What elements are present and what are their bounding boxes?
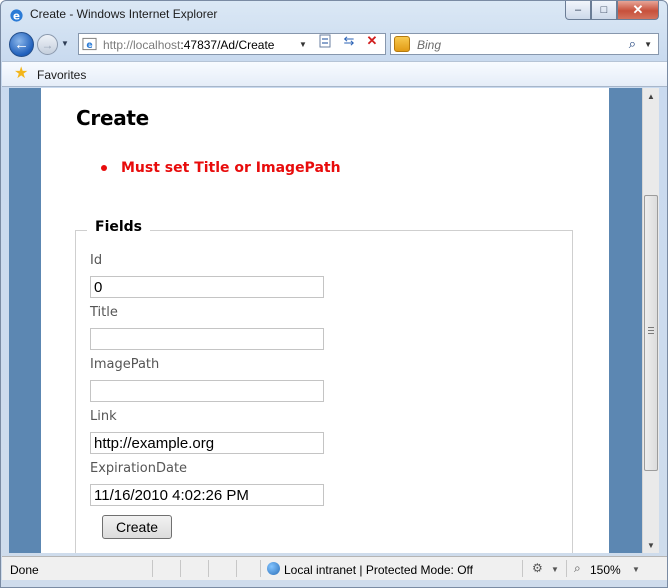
forward-arrow-icon: → <box>41 37 54 52</box>
compatibility-view-button[interactable] <box>316 32 334 50</box>
zoom-dropdown-icon[interactable]: ▼ <box>632 565 640 574</box>
title-bar: e Create - Windows Internet Explorer – □… <box>1 1 667 29</box>
navigation-bar: ← → ▼ e http://localhost:47837/Ad/Create… <box>1 29 667 59</box>
maximize-button[interactable]: □ <box>591 1 617 20</box>
id-field[interactable] <box>90 276 324 298</box>
address-path: :47837/Ad/Create <box>180 38 275 52</box>
window-title: Create - Windows Internet Explorer <box>30 7 218 21</box>
address-host: http://localhost <box>103 38 181 52</box>
intranet-zone-icon <box>267 562 280 575</box>
security-zone[interactable]: Local intranet | Protected Mode: Off <box>284 563 473 577</box>
zoom-icon[interactable]: ⌕ <box>574 561 581 576</box>
status-divider <box>260 560 261 577</box>
search-options-dropdown-icon[interactable]: ▼ <box>644 40 652 49</box>
status-divider <box>236 560 237 577</box>
protected-mode-icon[interactable]: ⚙ <box>532 561 543 575</box>
svg-text:e: e <box>86 40 92 51</box>
compatibility-view-icon <box>319 34 331 48</box>
scroll-up-icon[interactable]: ▲ <box>643 88 659 104</box>
title-label: Title <box>90 305 118 320</box>
status-bar: Done Local intranet | Protected Mode: Of… <box>2 556 667 580</box>
back-button[interactable]: ← <box>9 32 34 57</box>
close-button[interactable]: ✕ <box>617 1 659 20</box>
favorites-star-icon[interactable]: ★ <box>14 66 28 82</box>
minimize-button[interactable]: – <box>565 1 591 20</box>
address-dropdown-icon[interactable]: ▼ <box>299 40 307 49</box>
stop-icon: ✕ <box>366 33 378 48</box>
favorites-bar: ★ Favorites <box>2 61 667 87</box>
validation-message: Must set Title or ImagePath <box>121 160 341 176</box>
link-field[interactable] <box>90 432 324 454</box>
address-url[interactable]: http://localhost:47837/Ad/Create <box>103 38 274 52</box>
refresh-icon: ⇆ <box>343 33 355 48</box>
status-divider <box>208 560 209 577</box>
imagepath-field[interactable] <box>90 380 324 402</box>
vertical-scrollbar[interactable]: ▲ ▼ <box>642 88 659 553</box>
protected-mode-dropdown-icon[interactable]: ▼ <box>551 565 559 574</box>
search-placeholder: Bing <box>417 38 442 52</box>
bullet-icon <box>101 165 107 171</box>
page-viewport: Create Must set Title or ImagePath Field… <box>9 88 642 553</box>
imagepath-label: ImagePath <box>90 357 160 372</box>
stop-button[interactable]: ✕ <box>363 32 381 50</box>
recent-pages-dropdown-icon[interactable]: ▼ <box>61 39 69 48</box>
status-text: Done <box>10 563 39 577</box>
back-arrow-icon: ← <box>14 36 29 53</box>
window-controls: – □ ✕ <box>565 1 659 20</box>
scroll-down-icon[interactable]: ▼ <box>643 537 659 553</box>
favorites-button[interactable]: Favorites <box>37 68 86 82</box>
page-icon: e <box>82 37 97 51</box>
create-button[interactable]: Create <box>102 515 172 539</box>
page-title: Create <box>76 106 149 130</box>
scrollbar-thumb[interactable] <box>644 195 658 471</box>
refresh-button[interactable]: ⇆ <box>340 32 358 50</box>
status-divider <box>152 560 153 577</box>
id-label: Id <box>90 253 103 268</box>
status-divider <box>180 560 181 577</box>
expirationdate-field[interactable] <box>90 484 324 506</box>
search-box[interactable]: Bing ⌕ ▼ <box>390 33 659 55</box>
grip-icon <box>648 327 654 336</box>
title-field[interactable] <box>90 328 324 350</box>
svg-text:e: e <box>13 10 20 22</box>
zoom-level[interactable]: 150% <box>590 563 621 577</box>
fieldset-legend: Fields <box>87 219 151 235</box>
search-icon[interactable]: ⌕ <box>629 36 636 52</box>
status-divider <box>566 560 567 577</box>
bing-logo-icon <box>394 36 410 52</box>
browser-window: e Create - Windows Internet Explorer – □… <box>0 0 668 588</box>
link-label: Link <box>90 409 117 424</box>
internet-explorer-icon: e <box>10 9 23 22</box>
expirationdate-label: ExpirationDate <box>90 461 188 476</box>
forward-button[interactable]: → <box>37 34 58 55</box>
status-divider <box>522 560 523 577</box>
page-content: Create Must set Title or ImagePath Field… <box>41 88 609 553</box>
